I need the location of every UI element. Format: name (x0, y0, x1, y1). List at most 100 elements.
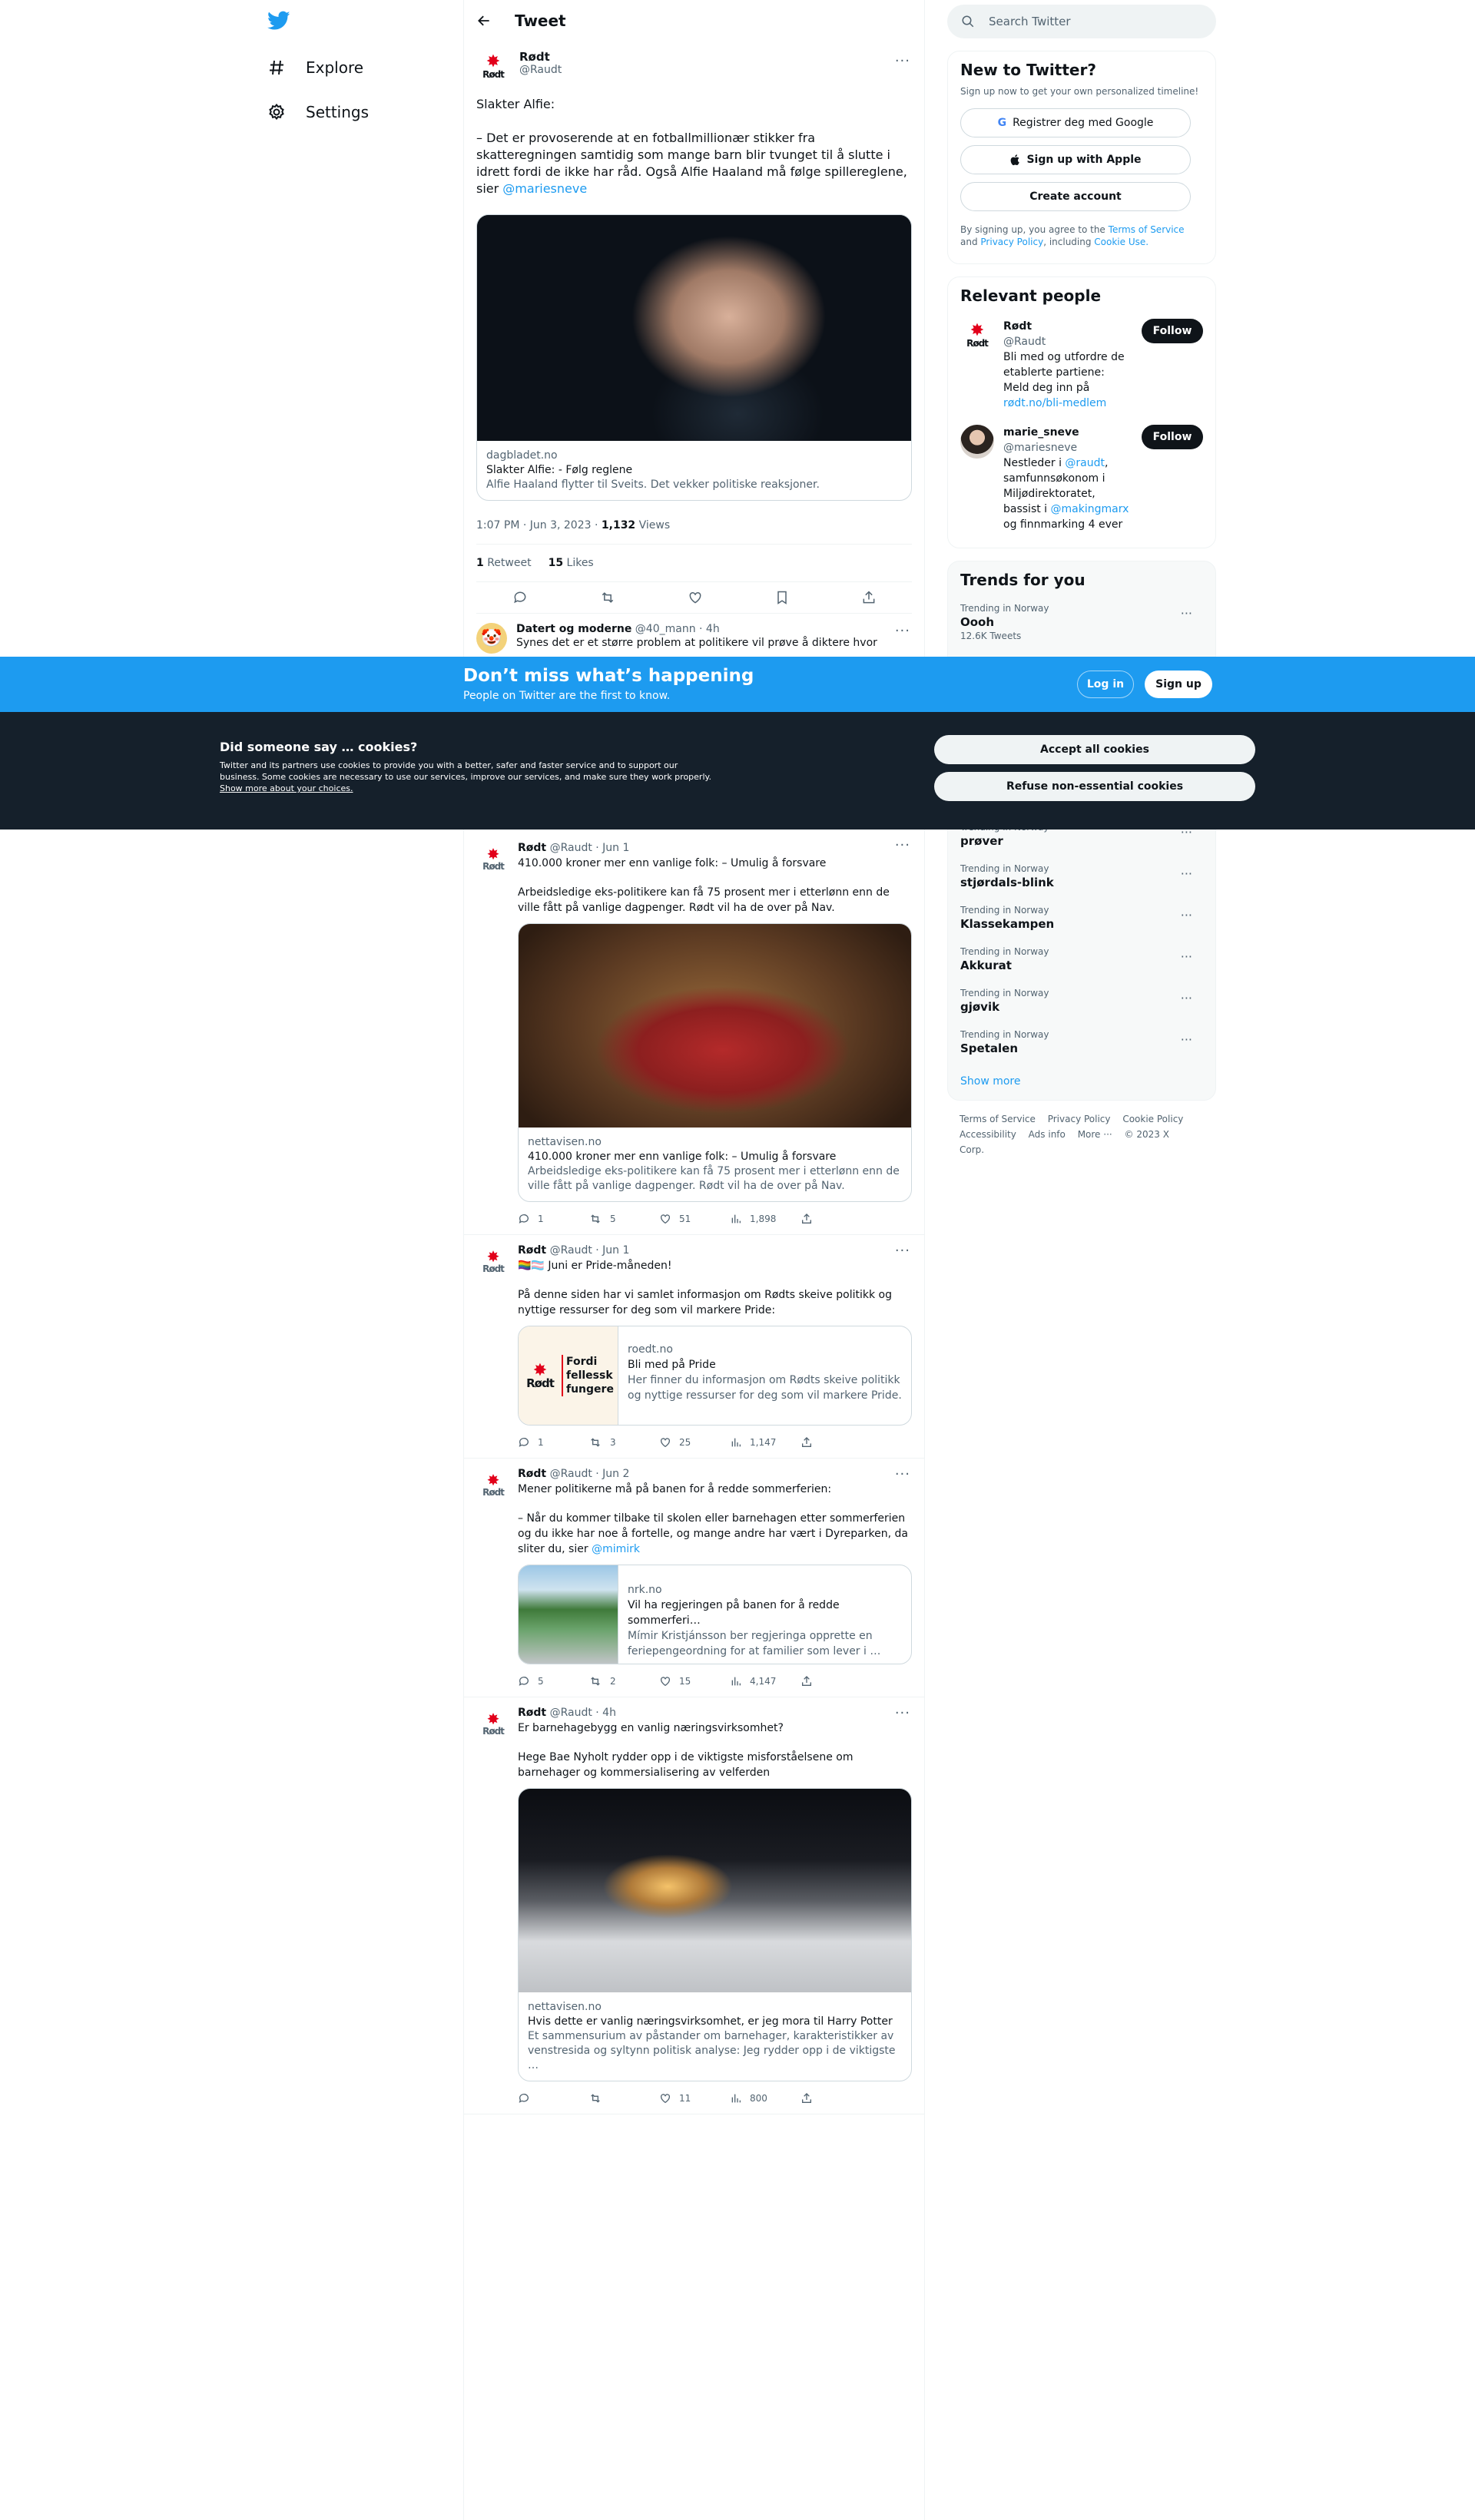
more-icon[interactable]: ··· (895, 53, 910, 69)
retweet-action[interactable]: 5 (588, 1213, 659, 1225)
cookie-use-link[interactable]: Cookie Use. (1094, 237, 1149, 247)
signup-button[interactable]: Sign up (1145, 671, 1212, 698)
tweet-date[interactable]: · Jun 2 (595, 1468, 629, 1480)
footer-link[interactable]: Accessibility (960, 1129, 1016, 1140)
more-icon[interactable]: ··· (1181, 866, 1192, 881)
person-handle[interactable]: @Raudt (1003, 334, 1132, 349)
share-action[interactable] (800, 1213, 871, 1225)
search-input[interactable]: Search Twitter (947, 5, 1216, 38)
person-card[interactable]: marie_sneve @mariesneve Nestleder i @rau… (960, 425, 1203, 532)
create-account-button[interactable]: Create account (960, 182, 1191, 211)
more-icon[interactable]: ··· (895, 623, 910, 639)
timeline-tweet[interactable]: ✸ Rødt Rødt @Raudt · Jun 2 Mener politike… (464, 1459, 924, 1697)
back-arrow-icon[interactable] (476, 13, 492, 28)
views-action[interactable]: 4,147 (730, 1675, 800, 1687)
like-action[interactable]: 11 (659, 2092, 730, 2104)
share-action[interactable] (800, 1436, 871, 1449)
person-name[interactable]: Rødt (1003, 320, 1032, 333)
share-action[interactable] (800, 1675, 871, 1687)
timeline-tweet[interactable]: ✸ Rødt Rødt @Raudt · Jun 1 🏳️‍🌈🏳️‍⚧️ Juni… (464, 1235, 924, 1459)
avatar[interactable]: ✸ Rødt (476, 50, 510, 84)
trend-item[interactable]: Trending in Norway Spetalen ··· (960, 1022, 1203, 1063)
tweet-date[interactable]: · Jun 1 (595, 842, 629, 854)
tweet-date[interactable]: · 4h (595, 1707, 616, 1719)
cookie-choices-link[interactable]: Show more about your choices. (220, 783, 353, 793)
more-icon[interactable]: ··· (1181, 1032, 1192, 1047)
tweet-timestamp[interactable]: 1:07 PM · Jun 3, 2023 (476, 519, 592, 531)
bookmark-icon[interactable] (774, 590, 790, 605)
footer-link[interactable]: Privacy Policy (1048, 1114, 1111, 1124)
tweet-author-handle[interactable]: @Raudt (550, 1468, 592, 1480)
more-icon[interactable]: ··· (895, 1705, 910, 1721)
like-action[interactable]: 15 (659, 1675, 730, 1687)
tweet-author-handle[interactable]: @Raudt (550, 1244, 592, 1257)
more-icon[interactable]: ··· (1181, 991, 1192, 1005)
like-action[interactable]: 51 (659, 1213, 730, 1225)
author-handle[interactable]: @Raudt (519, 64, 562, 76)
more-icon[interactable]: ··· (1181, 606, 1192, 621)
author-name[interactable]: Rødt (519, 50, 562, 64)
tweet-author-name[interactable]: Rødt (518, 1244, 546, 1257)
reply-action[interactable]: 5 (518, 1675, 588, 1687)
retweet-action[interactable]: 3 (588, 1436, 659, 1449)
tweet-author-name[interactable]: Rødt (518, 842, 546, 854)
follow-button[interactable]: Follow (1142, 425, 1203, 449)
avatar[interactable]: 🤡 (476, 623, 507, 654)
tweet-author-handle[interactable]: @Raudt (550, 1707, 592, 1719)
login-button[interactable]: Log in (1077, 671, 1134, 698)
share-action[interactable] (800, 2092, 871, 2104)
link-card[interactable]: ✸ Rødt Fordi fellessk fungere roedt.no Bl… (518, 1326, 912, 1426)
share-icon[interactable] (861, 590, 877, 605)
avatar[interactable]: ✸ Rødt (960, 319, 994, 353)
retweet-icon[interactable] (599, 590, 616, 605)
more-icon[interactable]: ··· (895, 837, 910, 853)
show-more-link[interactable]: Show more (960, 1075, 1021, 1088)
nav-explore[interactable]: Explore (267, 54, 363, 81)
reply-action[interactable] (518, 2092, 588, 2104)
footer-link[interactable]: Ads info (1029, 1129, 1066, 1140)
trend-item[interactable]: Trending in Norway Akkurat ··· (960, 939, 1203, 980)
retweet-action[interactable]: 2 (588, 1675, 659, 1687)
avatar[interactable]: ✸ Rødt (476, 1468, 510, 1502)
views-action[interactable]: 800 (730, 2092, 800, 2104)
tweet-author[interactable]: ✸ Rødt Rødt @Raudt (476, 50, 912, 84)
person-handle[interactable]: @mariesneve (1003, 440, 1132, 455)
avatar[interactable] (960, 425, 994, 459)
avatar[interactable]: ✸ Rødt (476, 1707, 510, 1740)
more-icon[interactable]: ··· (895, 1466, 910, 1482)
like-icon[interactable] (688, 590, 703, 605)
nav-settings[interactable]: Settings (267, 98, 369, 126)
accept-cookies-button[interactable]: Accept all cookies (934, 735, 1255, 764)
timeline-tweet[interactable]: ✸ Rødt Rødt @Raudt · Jun 1 410.000 kroner… (464, 830, 924, 1235)
apple-signup-button[interactable]: Sign up with Apple (960, 145, 1191, 174)
reply-action[interactable]: 1 (518, 1436, 588, 1449)
reply-action[interactable]: 1 (518, 1213, 588, 1225)
footer-link[interactable]: Terms of Service (960, 1114, 1036, 1124)
avatar[interactable]: ✸ Rødt (476, 1244, 510, 1278)
footer-link[interactable]: More ··· (1078, 1129, 1112, 1140)
mention-link[interactable]: @mariesneve (502, 181, 587, 196)
privacy-link[interactable]: Privacy Policy (980, 237, 1043, 247)
person-name[interactable]: marie_sneve (1003, 426, 1079, 439)
link-card[interactable]: nrk.no Vil ha regjeringen på banen for å… (518, 1565, 912, 1664)
trend-item[interactable]: Trending in Norway Klassekampen ··· (960, 897, 1203, 939)
trend-item[interactable]: Trending in Norway Oooh 12.6K Tweets ··· (960, 595, 1203, 649)
tweet-author-handle[interactable]: @Raudt (550, 842, 592, 854)
twitter-bird-icon[interactable] (267, 11, 290, 31)
timeline-tweet[interactable]: ✸ Rødt Rødt @Raudt · 4h Er barnehagebygg … (464, 1697, 924, 2114)
trend-item[interactable]: Trending in Norway stjørdals-blink ··· (960, 856, 1203, 897)
link-card[interactable]: nettavisen.no Hvis dette er vanlig nærin… (518, 1788, 912, 2081)
retweets-stat[interactable]: 1 Retweet (476, 557, 532, 569)
footer-link[interactable]: Cookie Policy (1122, 1114, 1183, 1124)
link-card[interactable]: nettavisen.no 410.000 kroner mer enn van… (518, 923, 912, 1202)
views-action[interactable]: 1,898 (730, 1213, 800, 1225)
trend-item[interactable]: Trending in Norway gjøvik ··· (960, 980, 1203, 1022)
more-icon[interactable]: ··· (895, 1243, 910, 1259)
link-card[interactable]: dagbladet.no Slakter Alfie: - Følg regle… (476, 214, 912, 501)
avatar[interactable]: ✸ Rødt (476, 842, 510, 876)
mention-link[interactable]: @mimirk (592, 1543, 640, 1555)
terms-link[interactable]: Terms of Service (1109, 224, 1185, 235)
retweet-action[interactable] (588, 2092, 659, 2104)
tweet-date[interactable]: · Jun 1 (595, 1244, 629, 1257)
person-bio-link[interactable]: @raudt (1065, 457, 1105, 469)
